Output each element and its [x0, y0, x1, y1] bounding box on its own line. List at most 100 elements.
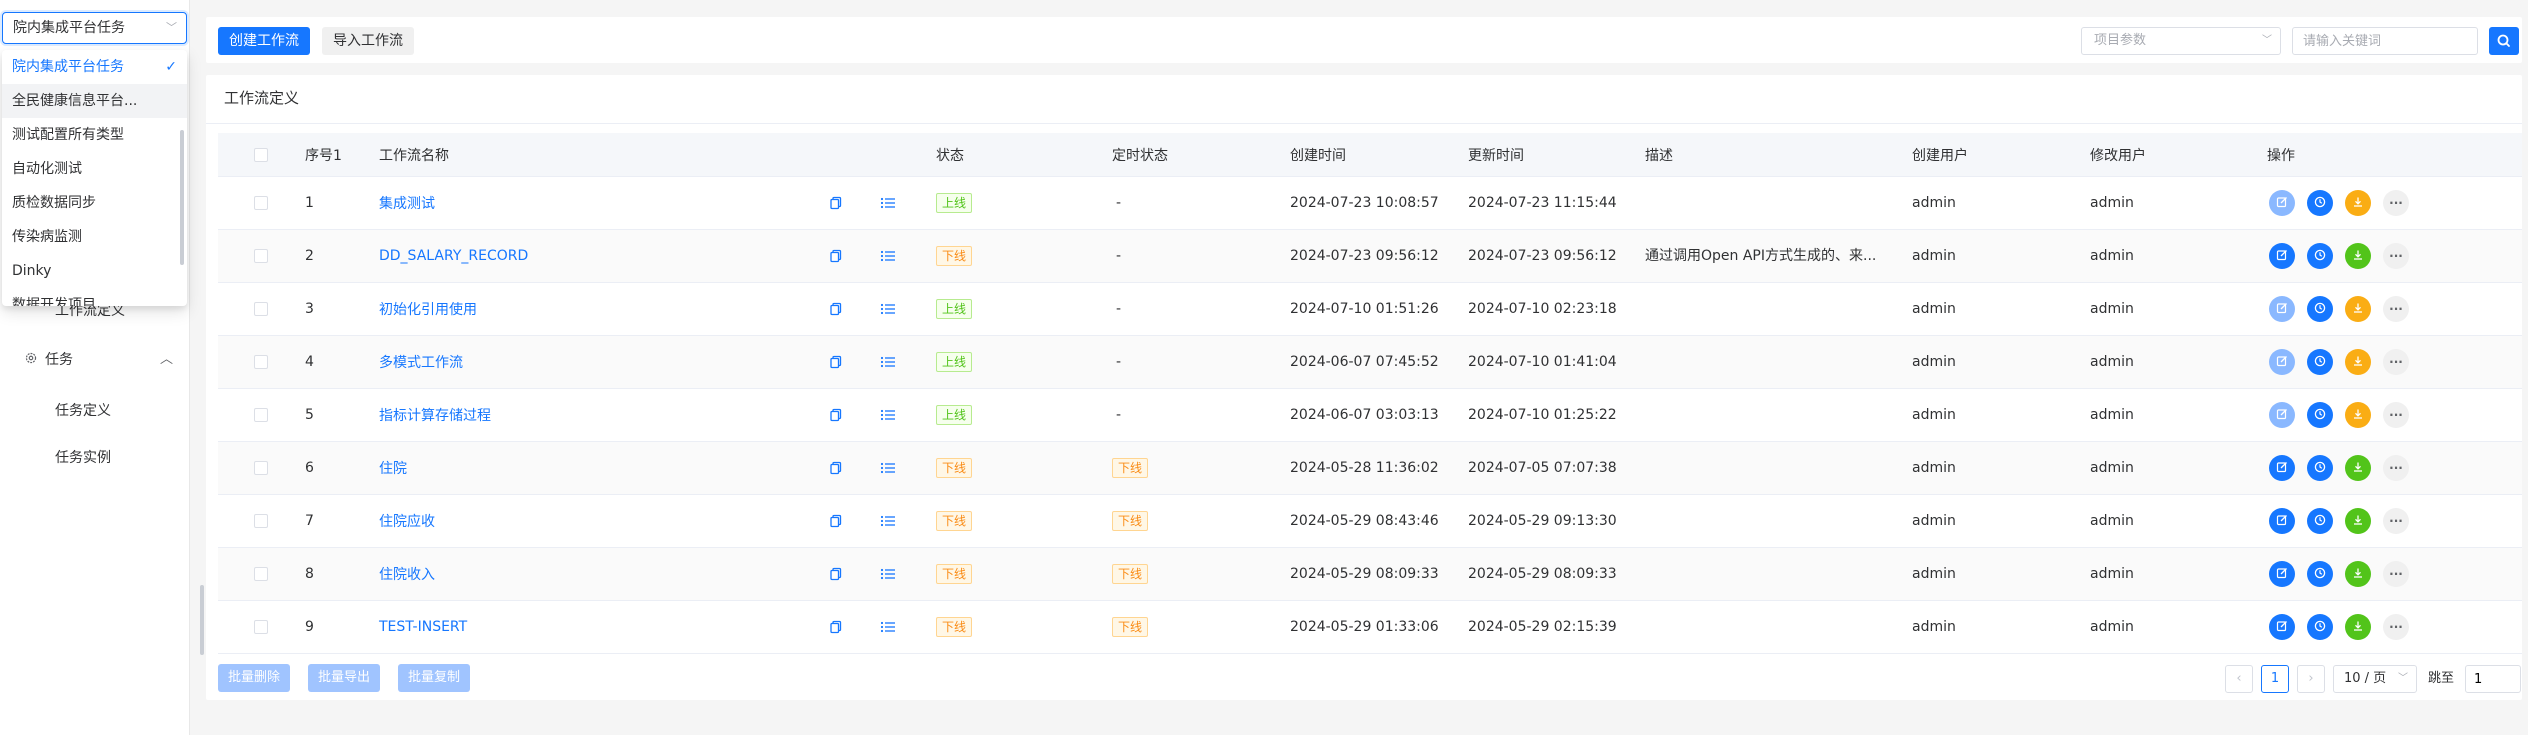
project-option[interactable]: 数据开发项目 [2, 288, 187, 306]
row-checkbox[interactable] [254, 620, 268, 634]
list-icon[interactable] [880, 177, 896, 229]
download-button[interactable] [2345, 190, 2371, 216]
row-checkbox[interactable] [254, 249, 268, 263]
project-option[interactable]: 质检数据同步 [2, 186, 187, 220]
create-workflow-button[interactable]: 创建工作流 [218, 27, 310, 55]
schedule-button[interactable] [2307, 296, 2333, 322]
download-button[interactable] [2345, 243, 2371, 269]
workflow-name-link[interactable]: 住院应收 [379, 511, 435, 531]
edit-button[interactable] [2269, 296, 2295, 322]
schedule-button[interactable] [2307, 402, 2333, 428]
edit-button[interactable] [2269, 402, 2295, 428]
more-button[interactable]: ··· [2383, 508, 2409, 534]
workflow-name-link[interactable]: 住院收入 [379, 564, 435, 584]
sidebar-item-task-instance[interactable]: 任务实例 [55, 447, 111, 467]
download-button[interactable] [2345, 402, 2371, 428]
project-option[interactable]: 测试配置所有类型 [2, 118, 187, 152]
batch-delete-button[interactable]: 批量删除 [218, 664, 291, 692]
list-icon[interactable] [880, 336, 896, 388]
edit-button[interactable] [2269, 508, 2295, 534]
more-button[interactable]: ··· [2383, 349, 2409, 375]
row-checkbox[interactable] [254, 461, 268, 475]
page-number-button[interactable]: 1 [2261, 665, 2289, 693]
workflow-name-link[interactable]: 住院 [379, 458, 407, 478]
copy-icon[interactable] [829, 442, 843, 494]
more-button[interactable]: ··· [2383, 614, 2409, 640]
project-select[interactable]: 院内集成平台任务 ﹀ [2, 12, 187, 44]
download-button[interactable] [2345, 296, 2371, 322]
sidebar-scrollbar[interactable] [200, 585, 204, 655]
keyword-search-input[interactable] [2292, 27, 2478, 55]
search-button[interactable] [2489, 27, 2519, 55]
more-button[interactable]: ··· [2383, 455, 2409, 481]
download-button[interactable] [2345, 508, 2371, 534]
more-button[interactable]: ··· [2383, 243, 2409, 269]
more-button[interactable]: ··· [2383, 561, 2409, 587]
edit-button[interactable] [2269, 614, 2295, 640]
schedule-button[interactable] [2307, 614, 2333, 640]
copy-icon[interactable] [829, 389, 843, 441]
sidebar-group-task[interactable]: 任务 ︿ [0, 345, 190, 375]
copy-icon[interactable] [829, 548, 843, 600]
workflow-name-link[interactable]: 集成测试 [379, 193, 435, 213]
list-icon[interactable] [880, 495, 896, 547]
more-button[interactable]: ··· [2383, 402, 2409, 428]
project-option[interactable]: 全民健康信息平台... [2, 84, 187, 118]
row-checkbox[interactable] [254, 196, 268, 210]
copy-icon[interactable] [829, 283, 843, 335]
more-button[interactable]: ··· [2383, 190, 2409, 216]
schedule-button[interactable] [2307, 508, 2333, 534]
workflow-name-link[interactable]: 指标计算存储过程 [379, 405, 491, 425]
prev-page-button[interactable]: ‹ [2225, 665, 2253, 693]
download-button[interactable] [2345, 614, 2371, 640]
jump-page-input[interactable] [2465, 665, 2521, 693]
row-checkbox[interactable] [254, 408, 268, 422]
workflow-name-link[interactable]: DD_SALARY_RECORD [379, 248, 528, 264]
workflow-name-link[interactable]: 初始化引用使用 [379, 299, 477, 319]
list-icon[interactable] [880, 389, 896, 441]
project-option[interactable]: 传染病监测 [2, 220, 187, 254]
project-option[interactable]: Dinky [2, 254, 187, 288]
project-param-select[interactable]: 项目参数 ﹀ [2081, 27, 2281, 55]
schedule-button[interactable] [2307, 190, 2333, 216]
list-icon[interactable] [880, 548, 896, 600]
project-option[interactable]: 自动化测试 [2, 152, 187, 186]
schedule-button[interactable] [2307, 349, 2333, 375]
row-checkbox[interactable] [254, 514, 268, 528]
list-icon[interactable] [880, 601, 896, 653]
select-all-checkbox[interactable] [254, 147, 268, 162]
copy-icon[interactable] [829, 230, 843, 282]
workflow-name-link[interactable]: TEST-INSERT [379, 619, 467, 635]
copy-icon[interactable] [829, 495, 843, 547]
edit-button[interactable] [2269, 455, 2295, 481]
copy-icon[interactable] [829, 601, 843, 653]
edit-button[interactable] [2269, 190, 2295, 216]
import-workflow-button[interactable]: 导入工作流 [322, 27, 414, 55]
download-button[interactable] [2345, 455, 2371, 481]
schedule-button[interactable] [2307, 561, 2333, 587]
batch-export-button[interactable]: 批量导出 [308, 664, 381, 692]
edit-button[interactable] [2269, 243, 2295, 269]
next-page-button[interactable]: › [2297, 665, 2325, 693]
download-button[interactable] [2345, 349, 2371, 375]
dropdown-scrollbar[interactable] [180, 130, 184, 265]
copy-icon[interactable] [829, 336, 843, 388]
list-icon[interactable] [880, 283, 896, 335]
schedule-button[interactable] [2307, 243, 2333, 269]
row-checkbox[interactable] [254, 302, 268, 316]
edit-button[interactable] [2269, 349, 2295, 375]
batch-copy-button[interactable]: 批量复制 [398, 664, 471, 692]
project-option[interactable]: 院内集成平台任务 ✓ [2, 50, 187, 84]
list-icon[interactable] [880, 230, 896, 282]
sidebar-item-task-definition[interactable]: 任务定义 [55, 400, 111, 420]
schedule-button[interactable] [2307, 455, 2333, 481]
copy-icon[interactable] [829, 177, 843, 229]
row-checkbox[interactable] [254, 567, 268, 581]
workflow-name-link[interactable]: 多模式工作流 [379, 352, 463, 372]
edit-button[interactable] [2269, 561, 2295, 587]
more-button[interactable]: ··· [2383, 296, 2409, 322]
download-button[interactable] [2345, 561, 2371, 587]
row-checkbox[interactable] [254, 355, 268, 369]
page-size-select[interactable]: 10 / 页 ﹀ [2333, 665, 2417, 693]
list-icon[interactable] [880, 442, 896, 494]
